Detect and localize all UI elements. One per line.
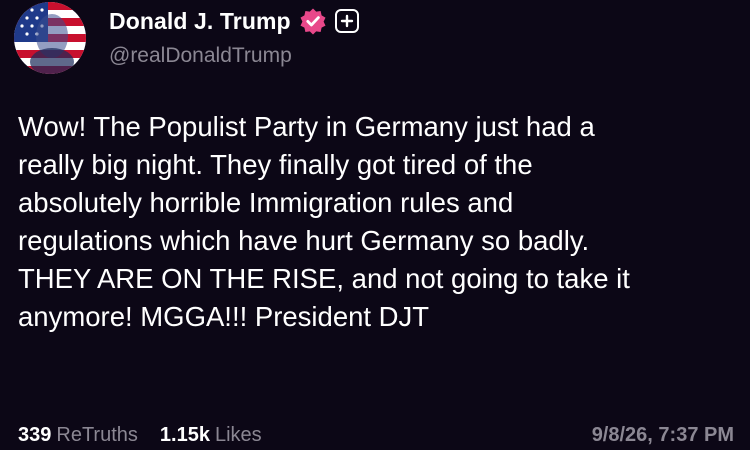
post-header: Donald J. Trump @realDonaldTrump	[109, 6, 730, 68]
avatar-image	[14, 2, 86, 74]
name-row: Donald J. Trump	[109, 6, 730, 36]
likes-count: 1.15k	[159, 423, 210, 446]
retruths-count: 339	[18, 423, 52, 446]
post-footer: 339 ReTruths 1.15k Likes 9/8/26, 7:37 PM	[18, 421, 734, 449]
post-timestamp[interactable]: 9/8/26, 7:37 PM	[592, 424, 734, 447]
verified-badge-icon	[299, 7, 327, 35]
plus-icon	[340, 14, 353, 28]
post-text: Wow! The Populist Party in Germany just …	[18, 111, 630, 332]
likes-stat[interactable]: 1.15k Likes	[160, 424, 262, 447]
follow-button[interactable]	[334, 9, 359, 33]
retruths-label: ReTruths	[56, 423, 138, 446]
post-card: Donald J. Trump @realDonaldTrump Wow! Th…	[0, 0, 750, 450]
avatar[interactable]	[14, 2, 86, 74]
likes-label: Likes	[214, 423, 262, 446]
author-handle[interactable]: @realDonaldTrump	[109, 44, 730, 68]
author-display-name[interactable]: Donald J. Trump	[109, 8, 291, 35]
retruths-stat[interactable]: 339 ReTruths	[18, 424, 138, 447]
